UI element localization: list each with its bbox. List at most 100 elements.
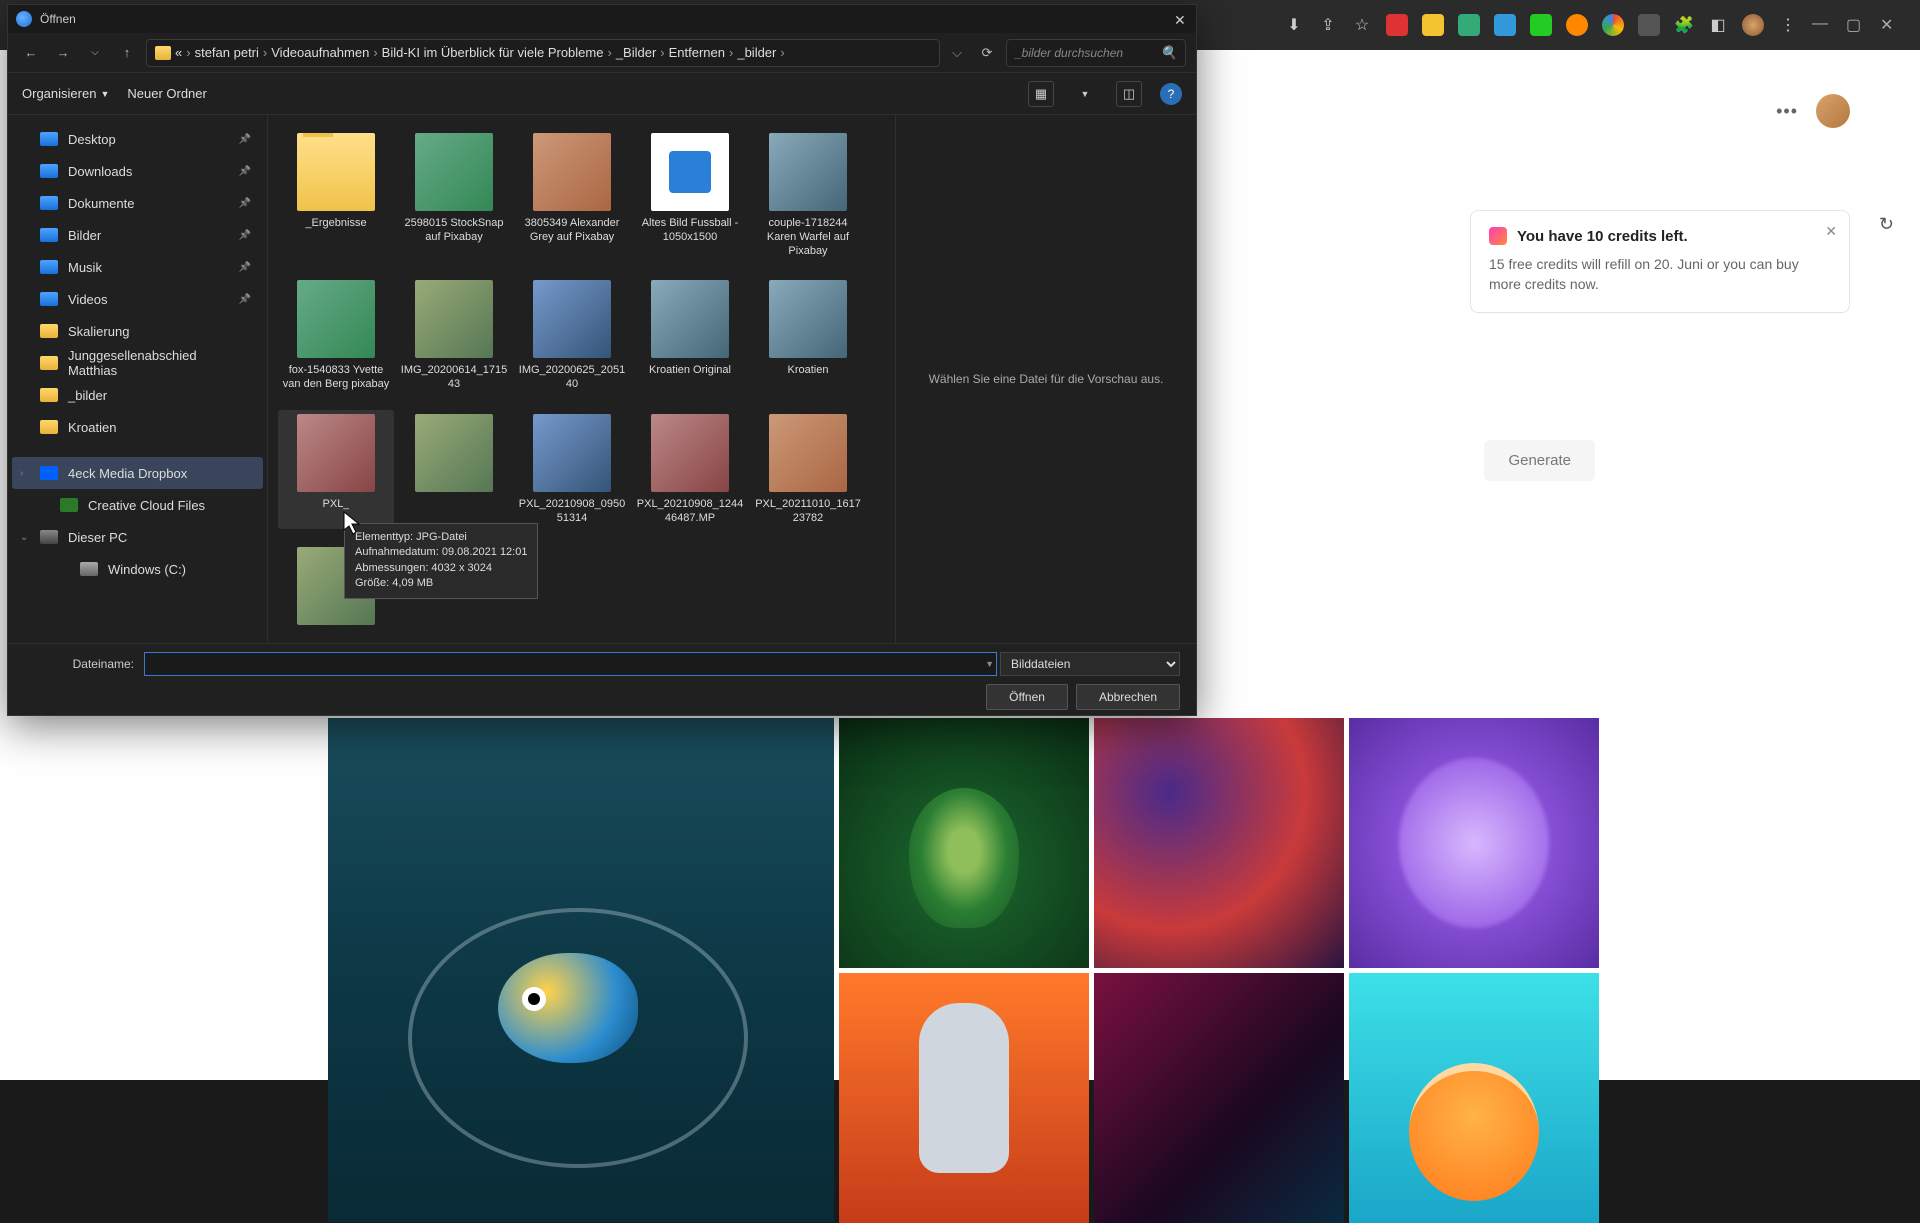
file-grid[interactable]: _Ergebnisse2598015 StockSnap auf Pixabay…: [268, 115, 896, 643]
extension-icon[interactable]: [1494, 14, 1516, 36]
cancel-button[interactable]: Abbrechen: [1076, 684, 1180, 710]
extension-icon[interactable]: [1602, 14, 1624, 36]
sidebar-item[interactable]: Skalierung: [12, 315, 263, 347]
extension-icon[interactable]: [1386, 14, 1408, 36]
avatar[interactable]: [1816, 94, 1850, 128]
sidebar-item[interactable]: ⌄Dieser PC: [12, 521, 263, 553]
gallery-image[interactable]: [1349, 973, 1599, 1223]
page-more-icon[interactable]: •••: [1776, 101, 1798, 122]
minimize-icon[interactable]: —: [1812, 15, 1832, 35]
preview-pane-button[interactable]: ◫: [1116, 81, 1142, 107]
breadcrumb-dropdown[interactable]: ⌵: [946, 45, 968, 61]
file-item[interactable]: PXL_20210908_124446487.MP: [632, 410, 748, 530]
expand-icon[interactable]: ›: [20, 468, 23, 479]
file-item[interactable]: 2598015 StockSnap auf Pixabay: [396, 129, 512, 262]
star-icon[interactable]: ☆: [1352, 15, 1372, 35]
sidebar-item[interactable]: Kroatien: [12, 411, 263, 443]
file-thumbnail: [415, 280, 493, 358]
file-item[interactable]: fox-1540833 Yvette van den Berg pixabay: [278, 276, 394, 396]
gallery-image[interactable]: [839, 973, 1089, 1223]
filetype-select[interactable]: Bilddateien: [1000, 652, 1180, 676]
sidebar-item[interactable]: Bilder: [12, 219, 263, 251]
sidebar-item[interactable]: Windows (C:): [12, 553, 263, 585]
sidebar-item[interactable]: Downloads: [12, 155, 263, 187]
mouse-cursor: [342, 510, 362, 536]
filename-input[interactable]: [144, 652, 997, 676]
file-item[interactable]: PXL_: [278, 410, 394, 530]
extension-icon[interactable]: [1530, 14, 1552, 36]
breadcrumb-seg[interactable]: _bilder: [737, 45, 776, 60]
expand-icon[interactable]: ⌄: [20, 532, 28, 543]
breadcrumb-seg[interactable]: Bild-KI im Überblick für viele Probleme: [382, 45, 604, 60]
help-icon[interactable]: ?: [1160, 83, 1182, 105]
share-icon[interactable]: ⇪: [1318, 15, 1338, 35]
puzzle-icon[interactable]: 🧩: [1674, 15, 1694, 35]
recent-dropdown[interactable]: ⌵: [82, 40, 108, 66]
close-icon[interactable]: ✕: [1880, 15, 1900, 35]
sidebar-item[interactable]: ›4eck Media Dropbox: [12, 457, 263, 489]
file-item[interactable]: Kroatien: [750, 276, 866, 396]
sidebar-item[interactable]: Desktop: [12, 123, 263, 155]
profile-icon[interactable]: [1742, 14, 1764, 36]
file-item[interactable]: _Ergebnisse: [278, 129, 394, 262]
history-icon[interactable]: ↻: [1879, 214, 1894, 235]
sidebar-item[interactable]: Videos: [12, 283, 263, 315]
extension-icon[interactable]: [1458, 14, 1480, 36]
breadcrumb-seg[interactable]: _Bilder: [616, 45, 656, 60]
file-label: couple-1718244 Karen Warfel auf Pixabay: [754, 217, 862, 258]
sidebar-item[interactable]: _bilder: [12, 379, 263, 411]
sidebar-item[interactable]: Musik: [12, 251, 263, 283]
view-dropdown[interactable]: ▼: [1072, 81, 1098, 107]
new-folder-button[interactable]: Neuer Ordner: [127, 86, 206, 101]
maximize-icon[interactable]: ▢: [1846, 15, 1866, 35]
extension-icon[interactable]: [1422, 14, 1444, 36]
file-item[interactable]: PXL_20210908_095051314: [514, 410, 630, 530]
gallery-image[interactable]: [839, 718, 1089, 968]
generate-button[interactable]: Generate: [1484, 440, 1595, 481]
up-button[interactable]: ↑: [114, 40, 140, 66]
file-item[interactable]: Kroatien Original: [632, 276, 748, 396]
close-icon[interactable]: ✕: [1174, 12, 1188, 26]
folder-icon: [40, 228, 58, 242]
sidebar-item[interactable]: Creative Cloud Files: [12, 489, 263, 521]
file-item[interactable]: couple-1718244 Karen Warfel auf Pixabay: [750, 129, 866, 262]
file-thumbnail: [415, 133, 493, 211]
sidebar-item[interactable]: Junggesellenabschied Matthias: [12, 347, 263, 379]
download-icon[interactable]: ⬇: [1284, 15, 1304, 35]
breadcrumb-seg[interactable]: «: [175, 45, 182, 60]
breadcrumb[interactable]: «› stefan petri› Videoaufnahmen› Bild-KI…: [146, 39, 940, 67]
close-icon[interactable]: ✕: [1825, 223, 1837, 240]
breadcrumb-seg[interactable]: stefan petri: [195, 45, 259, 60]
file-thumbnail: [769, 133, 847, 211]
folder-icon: [40, 388, 58, 402]
folder-icon: [40, 324, 58, 338]
sidebar-item[interactable]: Dokumente: [12, 187, 263, 219]
filename-label: Dateiname:: [24, 657, 134, 671]
gallery-image[interactable]: [1349, 718, 1599, 968]
breadcrumb-seg[interactable]: Entfernen: [669, 45, 725, 60]
file-item[interactable]: IMG_20200625_205140: [514, 276, 630, 396]
open-button[interactable]: Öffnen: [986, 684, 1068, 710]
gallery-image[interactable]: [328, 718, 834, 1222]
organize-menu[interactable]: Organisieren ▼: [22, 86, 109, 101]
file-item[interactable]: 3805349 Alexander Grey auf Pixabay: [514, 129, 630, 262]
breadcrumb-seg[interactable]: Videoaufnahmen: [271, 45, 369, 60]
extension-icon[interactable]: [1566, 14, 1588, 36]
refresh-button[interactable]: ⟳: [974, 40, 1000, 66]
sidepanel-icon[interactable]: ◧: [1708, 15, 1728, 35]
credits-card: ✕ You have 10 credits left. 15 free cred…: [1470, 210, 1850, 313]
gallery-image[interactable]: [1094, 718, 1344, 968]
search-input[interactable]: _bilder durchsuchen 🔍: [1006, 39, 1186, 67]
sidebar-item-label: Downloads: [68, 164, 132, 179]
file-item[interactable]: Altes Bild Fussball - 1050x1500: [632, 129, 748, 262]
forward-button[interactable]: →: [50, 40, 76, 66]
more-icon[interactable]: ⋮: [1778, 15, 1798, 35]
file-item[interactable]: IMG_20200614_171543: [396, 276, 512, 396]
folder-icon: [40, 164, 58, 178]
extension-icon[interactable]: [1638, 14, 1660, 36]
gallery-image[interactable]: [1094, 973, 1344, 1223]
view-button[interactable]: ▦: [1028, 81, 1054, 107]
back-button[interactable]: ←: [18, 40, 44, 66]
file-item[interactable]: [396, 410, 512, 530]
file-item[interactable]: PXL_20211010_161723782: [750, 410, 866, 530]
